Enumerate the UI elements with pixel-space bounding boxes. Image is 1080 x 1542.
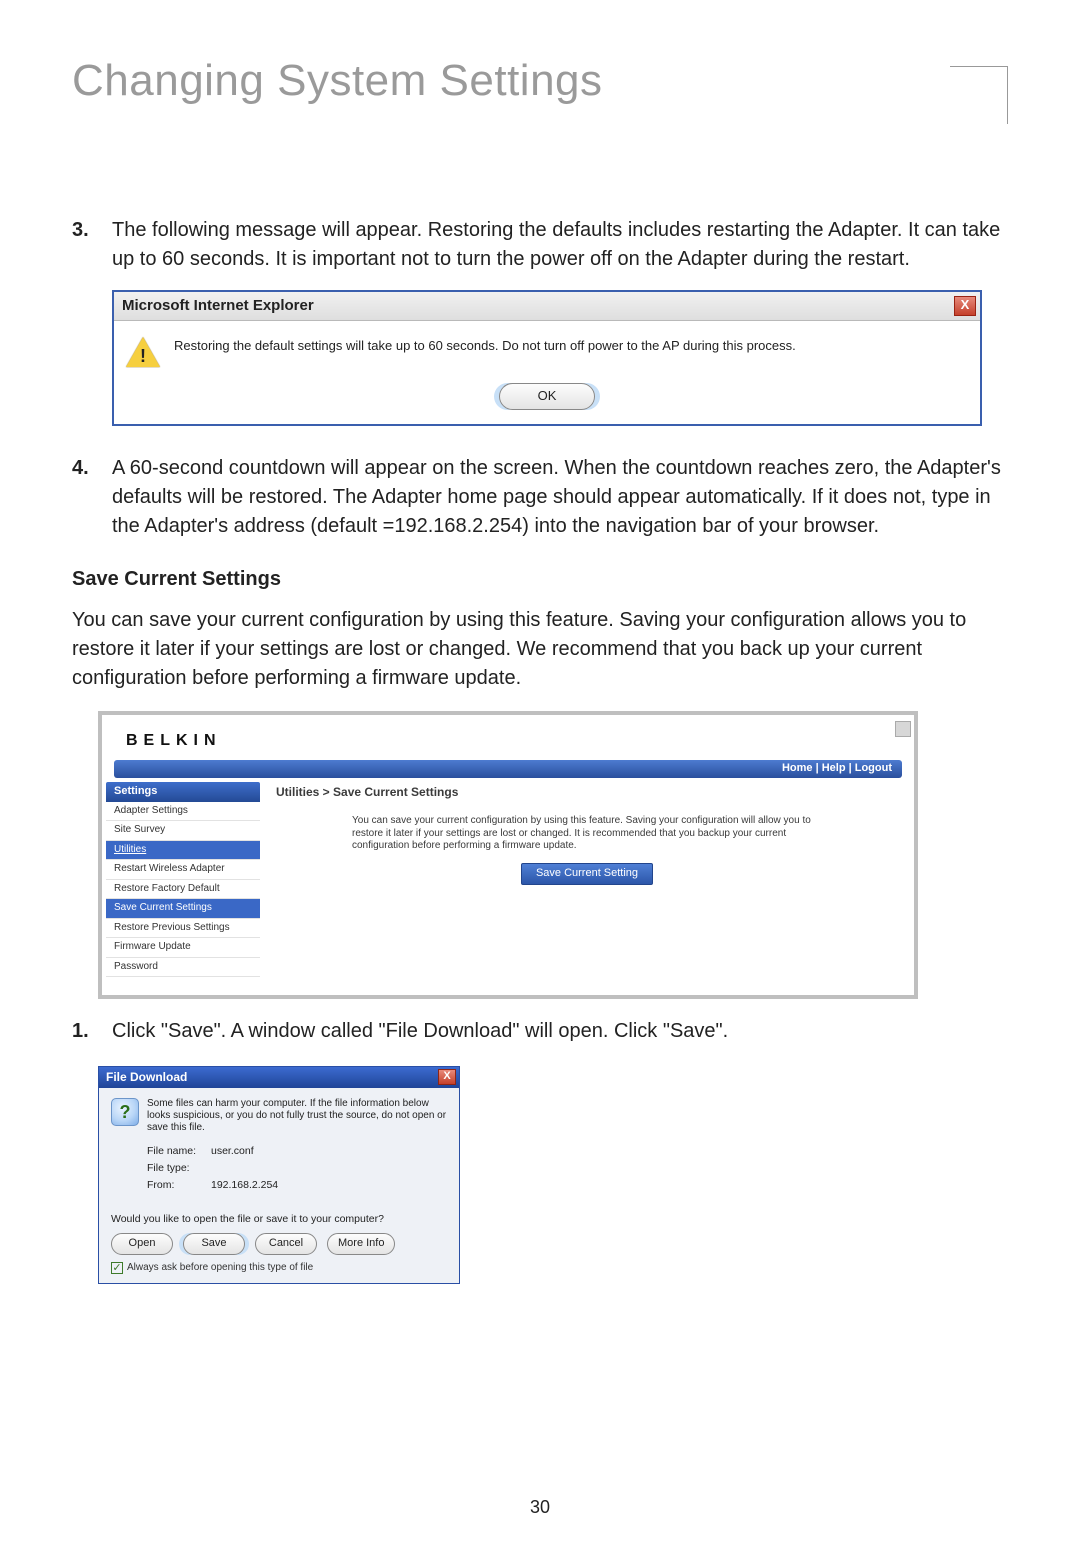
sidebar-item-password[interactable]: Password — [106, 958, 260, 978]
step-3: 3. The following message will appear. Re… — [72, 216, 1008, 426]
body-content: 3. The following message will appear. Re… — [72, 216, 1008, 1284]
sidebar-item-adapter-settings[interactable]: Adapter Settings — [106, 802, 260, 822]
page-title: Changing System Settings — [72, 56, 1008, 106]
sidebar-item-save-current[interactable]: Save Current Settings — [106, 899, 260, 919]
dialog-title: File Download — [106, 1069, 187, 1086]
file-download-dialog: File Download X ? Some files can harm yo… — [98, 1066, 460, 1285]
sidebar-item-restart[interactable]: Restart Wireless Adapter — [106, 860, 260, 880]
file-type-label: File type: — [147, 1161, 211, 1176]
step-1-save: 1. Click "Save". A window called "File D… — [72, 1017, 1008, 1046]
step-text: The following message will appear. Resto… — [112, 219, 1000, 270]
document-page: Changing System Settings 3. The followin… — [0, 0, 1080, 1542]
panel-description: You can save your current configuration … — [352, 815, 822, 853]
sidebar-item-firmware[interactable]: Firmware Update — [106, 938, 260, 958]
dialog-button-row: OK — [114, 371, 980, 424]
always-ask-checkbox[interactable]: ✓ Always ask before opening this type of… — [111, 1261, 447, 1276]
main-panel: Utilities > Save Current Settings You ca… — [260, 778, 914, 977]
dialog-button-row: Open Save Cancel More Info — [111, 1233, 447, 1255]
dialog-titlebar: File Download X — [99, 1067, 459, 1088]
file-name-value: user.conf — [211, 1145, 254, 1157]
dialog-titlebar: Microsoft Internet Explorer X — [114, 292, 980, 321]
scroll-up-icon[interactable] — [895, 721, 911, 737]
belkin-logo: BELKIN — [102, 715, 914, 758]
section-intro: You can save your current configuration … — [72, 606, 1008, 693]
step-number: 1. — [72, 1017, 89, 1046]
page-number: 30 — [0, 1497, 1080, 1518]
file-name-label: File name: — [147, 1144, 211, 1159]
cancel-button[interactable]: Cancel — [255, 1233, 317, 1255]
dialog-content: ! Restoring the default settings will ta… — [114, 321, 980, 371]
save-button[interactable]: Save — [183, 1233, 245, 1255]
close-icon[interactable]: X — [954, 296, 976, 316]
from-label: From: — [147, 1178, 211, 1193]
open-save-prompt: Would you like to open the file or save … — [111, 1212, 447, 1227]
checkbox-icon[interactable]: ✓ — [111, 1262, 123, 1274]
more-info-button[interactable]: More Info — [327, 1233, 395, 1255]
save-current-setting-button[interactable]: Save Current Setting — [521, 863, 653, 885]
sidebar-item-site-survey[interactable]: Site Survey — [106, 821, 260, 841]
ok-button[interactable]: OK — [499, 383, 595, 410]
open-button[interactable]: Open — [111, 1233, 173, 1255]
file-details: File name:user.conf File type: From:192.… — [147, 1144, 447, 1194]
sidebar-header: Settings — [106, 782, 260, 802]
top-nav-bar: Home | Help | Logout — [114, 760, 902, 778]
sidebar-item-restore-previous[interactable]: Restore Previous Settings — [106, 919, 260, 939]
sidebar: Settings Adapter Settings Site Survey Ut… — [102, 778, 260, 977]
ie-alert-dialog: Microsoft Internet Explorer X ! Restorin… — [112, 290, 982, 426]
close-icon[interactable]: X — [438, 1069, 456, 1085]
dialog-title: Microsoft Internet Explorer — [122, 295, 314, 317]
step-text: Click "Save". A window called "File Down… — [112, 1020, 728, 1042]
dialog-message: Restoring the default settings will take… — [174, 337, 796, 356]
from-value: 192.168.2.254 — [211, 1179, 278, 1191]
breadcrumb: Utilities > Save Current Settings — [276, 784, 898, 801]
section-heading: Save Current Settings — [72, 565, 1008, 594]
top-nav-links[interactable]: Home | Help | Logout — [782, 761, 892, 777]
step-number: 4. — [72, 454, 89, 483]
question-icon: ? — [111, 1098, 139, 1126]
step-text: A 60-second countdown will appear on the… — [112, 457, 1001, 537]
sidebar-item-restore-default[interactable]: Restore Factory Default — [106, 880, 260, 900]
belkin-admin-screenshot: BELKIN Home | Help | Logout Settings Ada… — [98, 711, 918, 999]
checkbox-label: Always ask before opening this type of f… — [127, 1261, 313, 1276]
step-number: 3. — [72, 216, 89, 245]
sidebar-item-utilities[interactable]: Utilities — [106, 841, 260, 861]
security-warning-text: Some files can harm your computer. If th… — [147, 1098, 447, 1134]
step-4: 4. A 60-second countdown will appear on … — [72, 454, 1008, 541]
warning-icon: ! — [126, 337, 160, 367]
